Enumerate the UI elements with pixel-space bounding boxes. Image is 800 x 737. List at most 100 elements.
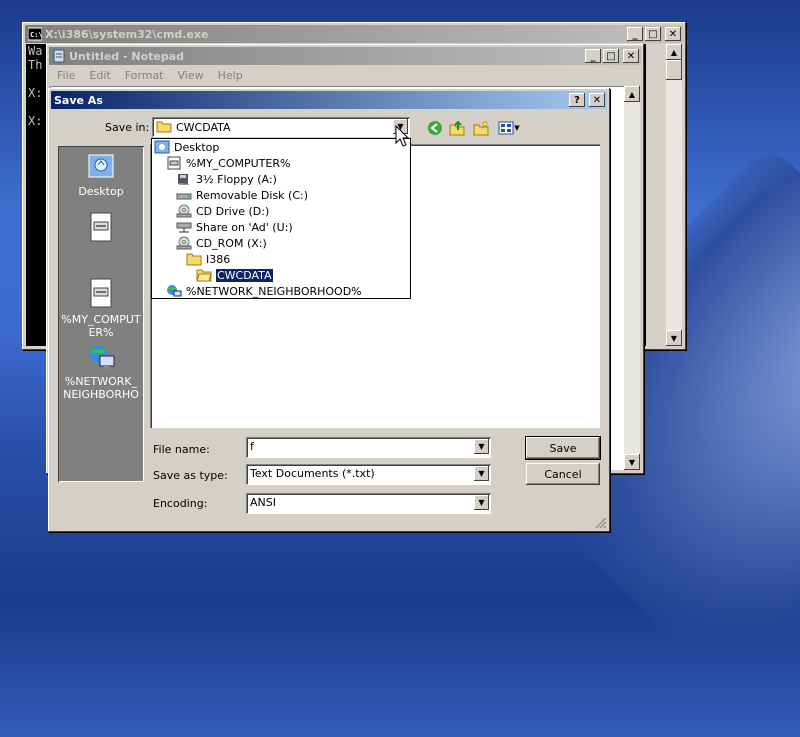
back-arrow-icon	[428, 121, 442, 135]
place-network-neighborhood[interactable]: %NETWORK_NEIGHBORHOOD%	[58, 342, 144, 403]
dropdown-item-label: CD Drive (D:)	[196, 204, 270, 218]
file-name-input[interactable]: f ▼	[246, 437, 491, 458]
removable-disk-icon	[176, 193, 192, 200]
cmd-icon: C:\	[28, 27, 42, 41]
dropdown-item-label: %MY_COMPUTER%	[186, 156, 291, 170]
menu-help[interactable]: Help	[211, 69, 250, 82]
dropdown-item-label: Share on 'Ad' (U:)	[196, 220, 293, 234]
dropdown-item-floppy[interactable]: 3½ Floppy (A:)	[176, 171, 277, 187]
cd-drive-icon	[176, 204, 192, 218]
notepad-menubar: File Edit Format View Help	[50, 66, 640, 84]
cd-drive-icon	[176, 236, 192, 250]
save-in-dropdown-list[interactable]: Desktop %MY_COMPUTER% 3½ Floppy (A:) Rem…	[151, 138, 411, 299]
file-name-dropdown-button[interactable]: ▼	[474, 439, 489, 454]
save-in-value: CWCDATA	[176, 121, 231, 134]
view-menu-icon	[498, 121, 514, 135]
new-folder-button[interactable]	[472, 119, 490, 137]
network-icon	[167, 285, 182, 297]
dropdown-item-label: 3½ Floppy (A:)	[196, 172, 277, 186]
view-menu-button[interactable]: ▼	[496, 119, 522, 137]
save-as-type-value: Text Documents (*.txt)	[250, 467, 375, 480]
notepad-vertical-scrollbar[interactable]: ▲ ▼	[624, 86, 640, 470]
resize-grip-icon[interactable]	[595, 517, 607, 529]
scroll-up-arrow[interactable]: ▲	[624, 86, 640, 102]
save-as-title: Save As	[54, 93, 103, 107]
save-as-titlebar[interactable]: Save As ? ✕	[51, 91, 607, 109]
notepad-icon	[53, 49, 65, 63]
dropdown-item-my-computer[interactable]: %MY_COMPUTER%	[166, 155, 290, 171]
cmd-title: X:\i386\system32\cmd.exe	[45, 27, 209, 41]
dropdown-item-network-neighborhood[interactable]: %NETWORK_NEIGHBORHOOD%	[166, 283, 362, 299]
up-folder-icon	[449, 120, 465, 136]
computer-icon	[90, 278, 112, 308]
save-as-type-label: Save as type:	[153, 469, 228, 482]
place-my-computer[interactable]: %MY_COMPUTER%	[58, 278, 144, 339]
place-label: %MY_COMPUTER%	[61, 313, 141, 339]
maximize-button[interactable]: □	[645, 27, 661, 41]
help-button[interactable]: ?	[569, 93, 585, 107]
minimize-button[interactable]: _	[585, 49, 601, 63]
dropdown-item-i386[interactable]: I386	[186, 251, 230, 267]
document-icon	[90, 212, 112, 242]
encoding-label: Encoding:	[153, 497, 208, 510]
back-button[interactable]	[426, 119, 444, 137]
scroll-down-arrow[interactable]: ▼	[666, 330, 682, 346]
folder-icon	[186, 253, 202, 266]
open-folder-icon	[196, 269, 212, 282]
file-name-label: File name:	[153, 443, 210, 456]
dropdown-item-label: Desktop	[174, 140, 220, 154]
encoding-select[interactable]: ANSI ▼	[246, 493, 491, 514]
place-desktop[interactable]: Desktop	[58, 152, 144, 198]
svg-text:C:\: C:\	[30, 31, 42, 39]
floppy-drive-icon	[178, 174, 189, 185]
place-label: %NETWORK_NEIGHBORHOOD%	[63, 375, 139, 403]
network-icon	[89, 345, 115, 369]
dropdown-item-label: I386	[206, 252, 231, 266]
desktop-icon	[88, 154, 114, 178]
close-button[interactable]: ✕	[623, 49, 639, 63]
menu-edit[interactable]: Edit	[82, 69, 117, 82]
dropdown-item-cd-drive-d[interactable]: CD Drive (D:)	[176, 203, 269, 219]
minimize-button[interactable]: _	[627, 27, 643, 41]
place-label: Desktop	[78, 185, 124, 198]
dropdown-item-label-selected: CWCDATA	[215, 267, 274, 283]
cmd-vertical-scrollbar[interactable]: ▲ ▼	[666, 44, 682, 346]
save-as-type-select[interactable]: Text Documents (*.txt) ▼	[246, 464, 491, 485]
network-drive-icon	[176, 222, 192, 233]
menu-file[interactable]: File	[50, 69, 82, 82]
encoding-dropdown-button[interactable]: ▼	[474, 495, 489, 510]
file-name-value: f	[250, 440, 254, 453]
up-one-level-button[interactable]	[448, 119, 466, 137]
open-folder-icon	[156, 121, 172, 133]
dropdown-item-cwcdata[interactable]: CWCDATA	[196, 267, 274, 283]
cancel-button[interactable]: Cancel	[526, 463, 600, 485]
dropdown-item-removable-disk[interactable]: Removable Disk (C:)	[176, 187, 308, 203]
close-button[interactable]: ✕	[589, 93, 605, 107]
scroll-up-arrow[interactable]: ▲	[666, 44, 682, 60]
save-in-label: Save in:	[105, 121, 150, 134]
mouse-cursor-icon	[395, 125, 409, 147]
dropdown-item-label: %NETWORK_NEIGHBORHOOD%	[186, 284, 362, 298]
scroll-down-arrow[interactable]: ▼	[624, 454, 640, 470]
place-my-documents[interactable]	[58, 212, 144, 247]
dropdown-item-network-share[interactable]: Share on 'Ad' (U:)	[176, 219, 293, 235]
notepad-title: Untitled - Notepad	[69, 49, 185, 63]
close-button[interactable]: ✕	[665, 27, 681, 41]
chevron-down-icon: ▼	[514, 124, 520, 132]
save-in-combo[interactable]: CWCDATA ▼	[152, 117, 410, 137]
save-button[interactable]: Save	[525, 436, 601, 460]
new-folder-icon	[473, 120, 489, 136]
encoding-value: ANSI	[250, 496, 276, 509]
dropdown-item-label: Removable Disk (C:)	[196, 188, 309, 202]
dropdown-item-desktop[interactable]: Desktop	[154, 139, 219, 155]
notepad-titlebar[interactable]: Untitled - Notepad _ □ ✕	[49, 47, 641, 65]
dropdown-item-cd-rom-x[interactable]: CD_ROM (X:)	[176, 235, 267, 251]
menu-format[interactable]: Format	[118, 69, 171, 82]
menu-view[interactable]: View	[171, 69, 211, 82]
save-as-type-dropdown-button[interactable]: ▼	[474, 466, 489, 481]
maximize-button[interactable]: □	[603, 49, 619, 63]
computer-icon	[167, 156, 181, 170]
scroll-thumb[interactable]	[666, 60, 682, 80]
cmd-titlebar[interactable]: C:\ X:\i386\system32\cmd.exe _ □ ✕	[25, 25, 683, 43]
dropdown-item-label: CD_ROM (X:)	[196, 236, 267, 250]
